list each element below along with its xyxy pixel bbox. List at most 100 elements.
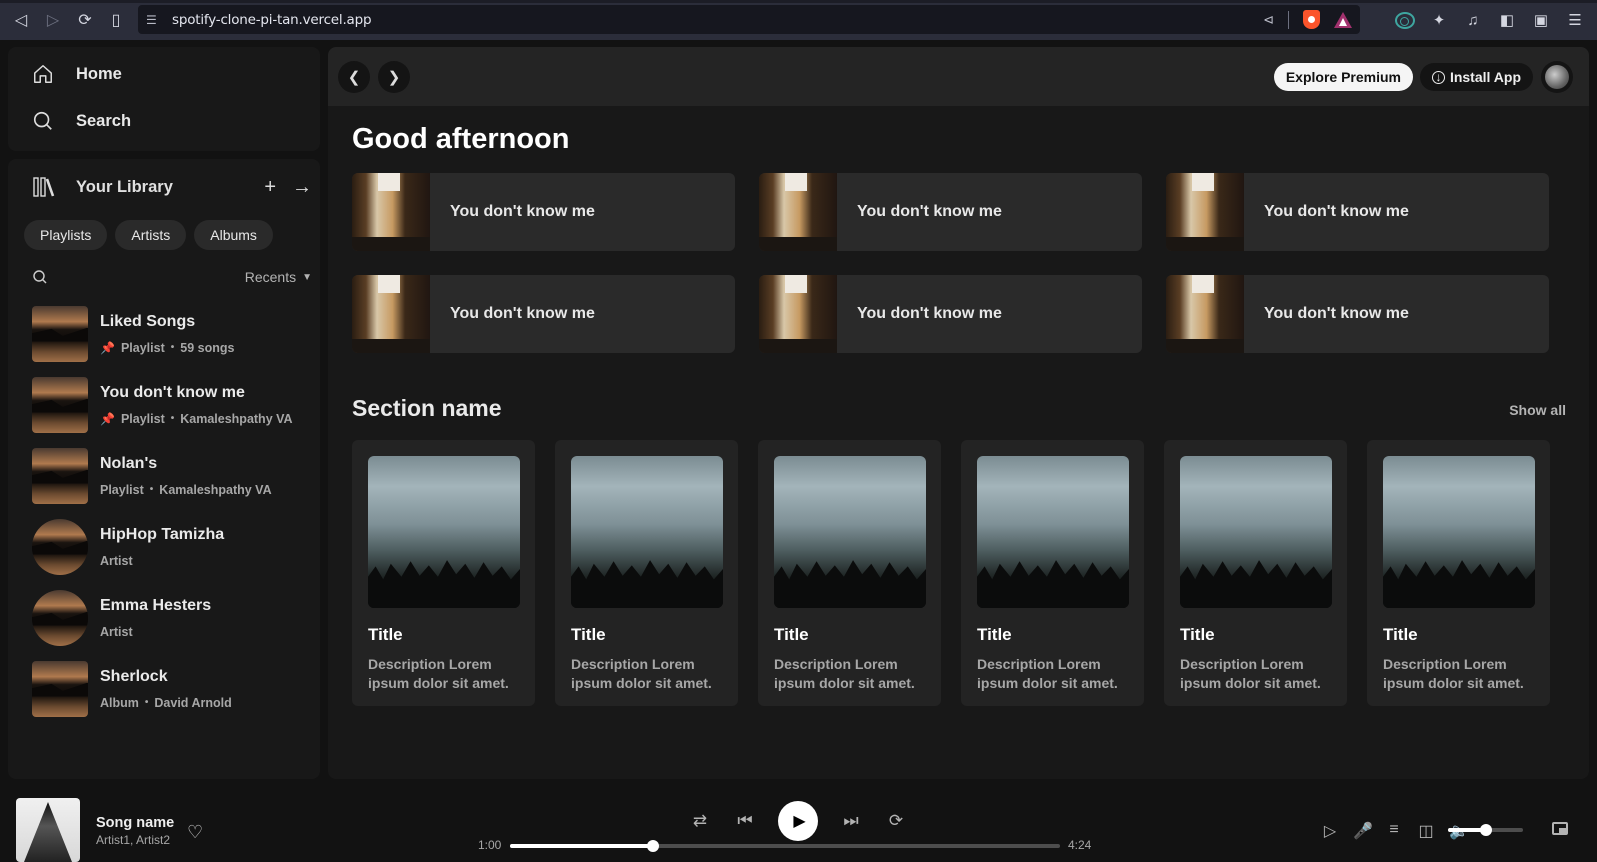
section-card[interactable]: Title Description Lorem ipsum dolor sit …: [352, 440, 535, 706]
section-card[interactable]: Title Description Lorem ipsum dolor sit …: [1164, 440, 1347, 706]
library-item[interactable]: Emma Hesters Artist: [24, 582, 320, 653]
item-cover: [32, 660, 88, 717]
item-type: Artist: [100, 624, 133, 639]
shuffle-icon[interactable]: ⇄: [688, 811, 712, 831]
quick-pick-title: You don't know me: [1264, 203, 1409, 220]
quick-pick-title: You don't know me: [857, 203, 1002, 220]
quick-pick-card[interactable]: You don't know me: [352, 173, 735, 251]
item-type: Album: [100, 695, 139, 710]
song-artists[interactable]: Artist1, Artist2: [96, 833, 170, 847]
previous-icon[interactable]: ⏮: [733, 811, 757, 831]
site-settings-icon[interactable]: ☰: [146, 13, 164, 27]
connect-device-icon[interactable]: ◫: [1417, 821, 1435, 841]
sidebar-item-home[interactable]: Home: [32, 63, 122, 85]
wallet-icon[interactable]: ▣: [1531, 11, 1551, 29]
avatar[interactable]: [1541, 61, 1573, 93]
item-meta: Playlist • Kamaleshpathy VA: [100, 483, 272, 497]
library-item[interactable]: Liked Songs 📌 Playlist • 59 songs: [24, 298, 320, 369]
bookmark-icon[interactable]: ▯: [100, 4, 132, 36]
music-note-icon[interactable]: ♫: [1463, 12, 1483, 29]
address-bar[interactable]: ☰ spotify-clone-pi-tan.vercel.app ⊲: [138, 5, 1360, 34]
sidebar-item-label: Search: [76, 111, 132, 130]
item-detail: Kamaleshpathy VA: [180, 411, 293, 426]
explore-premium-button[interactable]: Explore Premium: [1273, 63, 1413, 91]
library-title[interactable]: Your Library: [76, 178, 173, 197]
install-app-button[interactable]: ↓ Install App: [1419, 63, 1533, 91]
back-button[interactable]: ❮: [338, 61, 370, 93]
mini-player-icon[interactable]: [1552, 822, 1568, 835]
library-item[interactable]: HipHop Tamizha Artist: [24, 511, 320, 582]
section-card[interactable]: Title Description Lorem ipsum dolor sit …: [1367, 440, 1550, 706]
quick-pick-card[interactable]: You don't know me: [352, 275, 735, 353]
url-text[interactable]: spotify-clone-pi-tan.vercel.app: [172, 12, 372, 28]
brave-rewards-icon[interactable]: [1334, 11, 1352, 28]
menu-icon[interactable]: ☰: [1565, 11, 1585, 29]
lyrics-mic-icon[interactable]: 🎤: [1353, 821, 1373, 841]
spotify-app: Home Search Your Library + → Playlists A…: [0, 40, 1597, 862]
sidebar-item-search[interactable]: Search: [32, 110, 131, 132]
section-card[interactable]: Title Description Lorem ipsum dolor sit …: [961, 440, 1144, 706]
album-art[interactable]: [16, 798, 80, 862]
item-meta: Artist: [100, 554, 224, 568]
extension-ring-icon[interactable]: [1395, 11, 1415, 29]
quick-pick-cover: [1166, 275, 1244, 353]
queue-icon[interactable]: ≡: [1385, 821, 1403, 841]
quick-pick-card[interactable]: You don't know me: [759, 173, 1142, 251]
section-card[interactable]: Title Description Lorem ipsum dolor sit …: [758, 440, 941, 706]
library-item[interactable]: Sherlock Album • David Arnold: [24, 653, 320, 724]
quick-picks-grid: You don't know me You don't know me You do…: [352, 173, 1549, 353]
filter-playlists[interactable]: Playlists: [24, 220, 108, 250]
section-title: Section name: [352, 395, 502, 421]
library-item[interactable]: Nolan's Playlist • Kamaleshpathy VA: [24, 440, 320, 511]
card-title: Title: [1383, 625, 1418, 644]
library-item[interactable]: You don't know me 📌 Playlist • Kamaleshpath…: [24, 369, 320, 440]
quick-pick-cover: [352, 275, 430, 353]
item-name: You don't know me: [100, 383, 245, 401]
download-icon: ↓: [1431, 70, 1445, 84]
extensions-puzzle-icon[interactable]: ✦: [1429, 11, 1449, 29]
sidebar-toggle-icon[interactable]: ◧: [1497, 11, 1517, 29]
card-description: Description Lorem ipsum dolor sit amet.: [368, 656, 509, 691]
play-button[interactable]: ▶: [778, 801, 818, 841]
share-icon[interactable]: ⊲: [1263, 12, 1274, 28]
heart-icon[interactable]: ♡: [187, 822, 203, 843]
main-view: ❮ ❯ Explore Premium ↓ Install App Good a…: [328, 47, 1589, 779]
repeat-icon[interactable]: ⟳: [884, 811, 908, 831]
card-description: Description Lorem ipsum dolor sit amet.: [1383, 656, 1524, 691]
quick-pick-card[interactable]: You don't know me: [1166, 275, 1549, 353]
now-playing-bar: Song name Artist1, Artist2 ♡ ⇄ ⏮ ▶ ⏭ ⟳ 1…: [0, 787, 1597, 862]
add-icon[interactable]: +: [264, 176, 276, 199]
sidebar-item-label: Home: [76, 64, 122, 83]
quick-pick-title: You don't know me: [450, 305, 595, 322]
library-icon[interactable]: [32, 176, 56, 198]
song-title[interactable]: Song name: [96, 815, 174, 831]
filter-artists[interactable]: Artists: [115, 220, 187, 250]
chevron-left-icon: ❮: [347, 69, 361, 86]
reload-icon[interactable]: ⟳: [69, 4, 101, 36]
card-title: Title: [368, 625, 403, 644]
progress-handle[interactable]: [647, 840, 659, 852]
quick-pick-cover: [1166, 173, 1244, 251]
brave-shields-icon[interactable]: [1303, 10, 1320, 29]
arrow-right-icon[interactable]: →: [292, 176, 312, 199]
home-icon: [34, 65, 52, 83]
quick-pick-card[interactable]: You don't know me: [759, 275, 1142, 353]
sort-label: Recents: [244, 269, 297, 285]
section-card[interactable]: Title Description Lorem ipsum dolor sit …: [555, 440, 738, 706]
volume-handle[interactable]: [1480, 824, 1493, 836]
back-icon[interactable]: ◁: [5, 4, 37, 36]
library-search-icon[interactable]: [32, 269, 48, 285]
show-all-link[interactable]: Show all: [1509, 402, 1566, 418]
item-cover: [32, 518, 88, 575]
volume-slider[interactable]: [1448, 824, 1523, 836]
sort-dropdown[interactable]: Recents ▼: [245, 269, 312, 285]
forward-icon[interactable]: ▷: [37, 4, 69, 36]
quick-pick-card[interactable]: You don't know me: [1166, 173, 1549, 251]
item-meta: 📌 Playlist • 59 songs: [100, 341, 234, 355]
quick-pick-cover: [759, 173, 837, 251]
next-icon[interactable]: ⏭: [839, 811, 863, 831]
progress-bar[interactable]: [510, 840, 1060, 852]
forward-button[interactable]: ❯: [378, 61, 410, 93]
filter-albums[interactable]: Albums: [194, 220, 273, 250]
now-playing-view-icon[interactable]: ▷: [1321, 821, 1339, 841]
